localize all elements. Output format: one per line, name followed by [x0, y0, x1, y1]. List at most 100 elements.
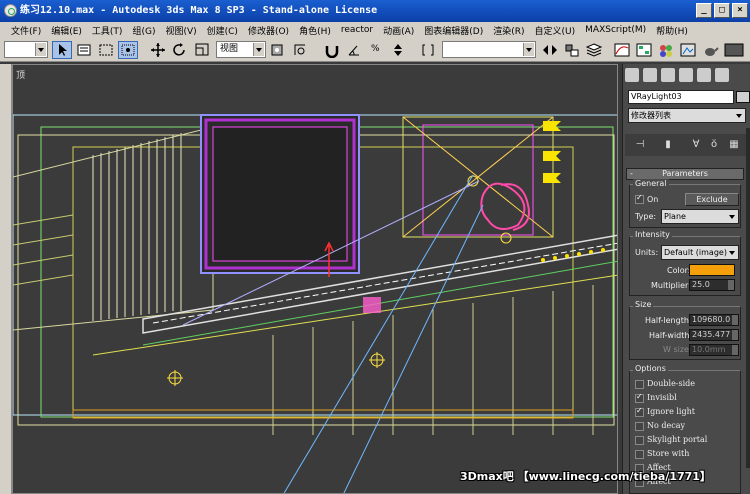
spinner-snap-icon	[394, 44, 402, 56]
schematic-view-button[interactable]	[634, 41, 654, 59]
manipulate-icon	[294, 44, 305, 55]
motion-tab-icon[interactable]	[679, 68, 693, 82]
spinner-arrows-icon[interactable]	[732, 330, 738, 340]
maximize-button[interactable]: □	[714, 3, 730, 18]
menu-animation[interactable]: 动画(A)	[378, 24, 419, 37]
select-object-button[interactable]	[52, 41, 72, 59]
schematic-icon	[636, 43, 652, 57]
object-color-swatch[interactable]	[736, 91, 750, 103]
remove-modifier-icon[interactable]: ŏ	[707, 138, 721, 152]
spinner-snap-button[interactable]	[388, 41, 408, 59]
select-manipulate-button[interactable]	[290, 41, 310, 59]
half-length-value: 109680.0	[692, 315, 731, 324]
reference-coordinate-dropdown[interactable]: 视图	[216, 41, 266, 58]
close-button[interactable]: ×	[732, 3, 748, 18]
type-label: Type:	[635, 212, 657, 221]
menu-help[interactable]: 帮助(H)	[651, 24, 693, 37]
brackets-icon	[422, 44, 434, 56]
menu-create[interactable]: 创建(C)	[202, 24, 243, 37]
no-decay-checkbox[interactable]	[635, 422, 644, 431]
material-editor-button[interactable]	[656, 41, 676, 59]
chevron-down-icon	[523, 43, 534, 56]
double-side-checkbox[interactable]	[635, 380, 644, 389]
spinner-arrows-icon[interactable]	[732, 315, 738, 325]
pin-stack-icon[interactable]: ⊣	[633, 138, 647, 152]
curve-editor-button[interactable]	[612, 41, 632, 59]
multiplier-spinner[interactable]: 25.0	[689, 279, 735, 291]
type-dropdown[interactable]: Plane	[661, 209, 739, 224]
half-length-spinner[interactable]: 109680.0	[689, 314, 739, 326]
multiplier-label: Multiplier:	[651, 281, 691, 290]
menu-rendering[interactable]: 渲染(R)	[488, 24, 529, 37]
color-label: Color:	[667, 266, 691, 275]
menu-tools[interactable]: 工具(T)	[87, 24, 128, 37]
region-select-button[interactable]	[96, 41, 116, 59]
half-width-spinner[interactable]: 2435.477	[689, 329, 739, 341]
select-by-name-button[interactable]	[74, 41, 94, 59]
scale-button[interactable]	[192, 41, 212, 59]
modify-tab-icon[interactable]	[643, 68, 657, 82]
no-decay-label: No decay	[647, 421, 685, 430]
edit-named-selection-button[interactable]	[418, 41, 438, 59]
snap-toggle-button[interactable]	[322, 41, 342, 59]
menu-character[interactable]: 角色(H)	[294, 24, 336, 37]
chevron-down-icon	[727, 247, 737, 258]
menu-group[interactable]: 组(G)	[127, 24, 160, 37]
layer-manager-button[interactable]	[584, 41, 604, 59]
menu-file[interactable]: 文件(F)	[6, 24, 46, 37]
scale-icon	[195, 43, 209, 56]
object-name-field[interactable]: VRayLight03	[628, 90, 734, 104]
command-panel: VRayLight03 修改器列表 ⊣ ▮ ∀ ŏ ▦ - Parameters …	[622, 64, 750, 494]
utilities-tab-icon[interactable]	[715, 68, 729, 82]
render-scene-button[interactable]	[678, 41, 698, 59]
configure-sets-icon[interactable]: ▦	[727, 138, 741, 152]
collapse-icon: -	[630, 169, 633, 178]
invisible-checkbox[interactable]	[635, 392, 644, 403]
named-selection-dropdown[interactable]	[442, 41, 536, 58]
angle-snap-button[interactable]	[344, 41, 364, 59]
display-tab-icon[interactable]	[697, 68, 711, 82]
pivot-icon	[271, 44, 283, 56]
units-dropdown[interactable]: Default (image)	[661, 245, 739, 260]
type-value: Plane	[664, 212, 686, 221]
spinner-arrows-icon[interactable]	[728, 280, 734, 290]
selection-filter-dropdown[interactable]	[4, 41, 48, 58]
create-tab-icon[interactable]	[625, 68, 639, 82]
menu-maxscript[interactable]: MAXScript(M)	[580, 25, 651, 35]
size-group-title: Size	[633, 300, 654, 309]
viewport-label[interactable]: 顶	[16, 68, 25, 81]
app-icon[interactable]	[4, 4, 17, 17]
show-end-result-icon[interactable]: ▮	[661, 138, 675, 152]
store-with-irradiance-checkbox[interactable]	[635, 450, 644, 459]
move-button[interactable]	[148, 41, 168, 59]
minimize-button[interactable]: _	[696, 3, 712, 18]
light-color-swatch[interactable]	[689, 264, 735, 276]
mirror-button[interactable]	[540, 41, 560, 59]
menu-reactor[interactable]: reactor	[336, 25, 378, 35]
modifier-list-dropdown[interactable]: 修改器列表	[628, 108, 746, 123]
skylight-portal-checkbox[interactable]	[635, 436, 644, 445]
double-side-label: Double-side	[647, 379, 696, 388]
make-unique-icon[interactable]: ∀	[689, 138, 703, 152]
menu-modifiers[interactable]: 修改器(O)	[243, 24, 294, 37]
on-checkbox[interactable]	[635, 193, 644, 204]
exclude-button[interactable]: Exclude	[685, 193, 739, 206]
menu-graph-editors[interactable]: 图表编辑器(D)	[419, 24, 488, 37]
chevron-down-icon	[35, 43, 46, 56]
menu-edit[interactable]: 编辑(E)	[46, 24, 87, 37]
hierarchy-tab-icon[interactable]	[661, 68, 675, 82]
teapot-icon	[705, 47, 719, 56]
ignore-light-normals-checkbox[interactable]	[635, 406, 644, 417]
menu-customize[interactable]: 自定义(U)	[530, 24, 581, 37]
menu-views[interactable]: 视图(V)	[160, 24, 201, 37]
pivot-center-button[interactable]	[268, 41, 288, 59]
percent-snap-button[interactable]: %	[366, 41, 386, 59]
quick-render-button[interactable]	[700, 41, 720, 59]
panel-scrollbar[interactable]	[746, 128, 750, 468]
rotate-button[interactable]	[170, 41, 190, 59]
window-crossing-button[interactable]	[118, 41, 138, 59]
modifier-stack-toolbar: ⊣ ▮ ∀ ŏ ▦	[625, 134, 747, 156]
render-frame-button[interactable]	[722, 41, 746, 59]
top-viewport[interactable]: 顶	[12, 64, 618, 494]
align-button[interactable]	[562, 41, 582, 59]
